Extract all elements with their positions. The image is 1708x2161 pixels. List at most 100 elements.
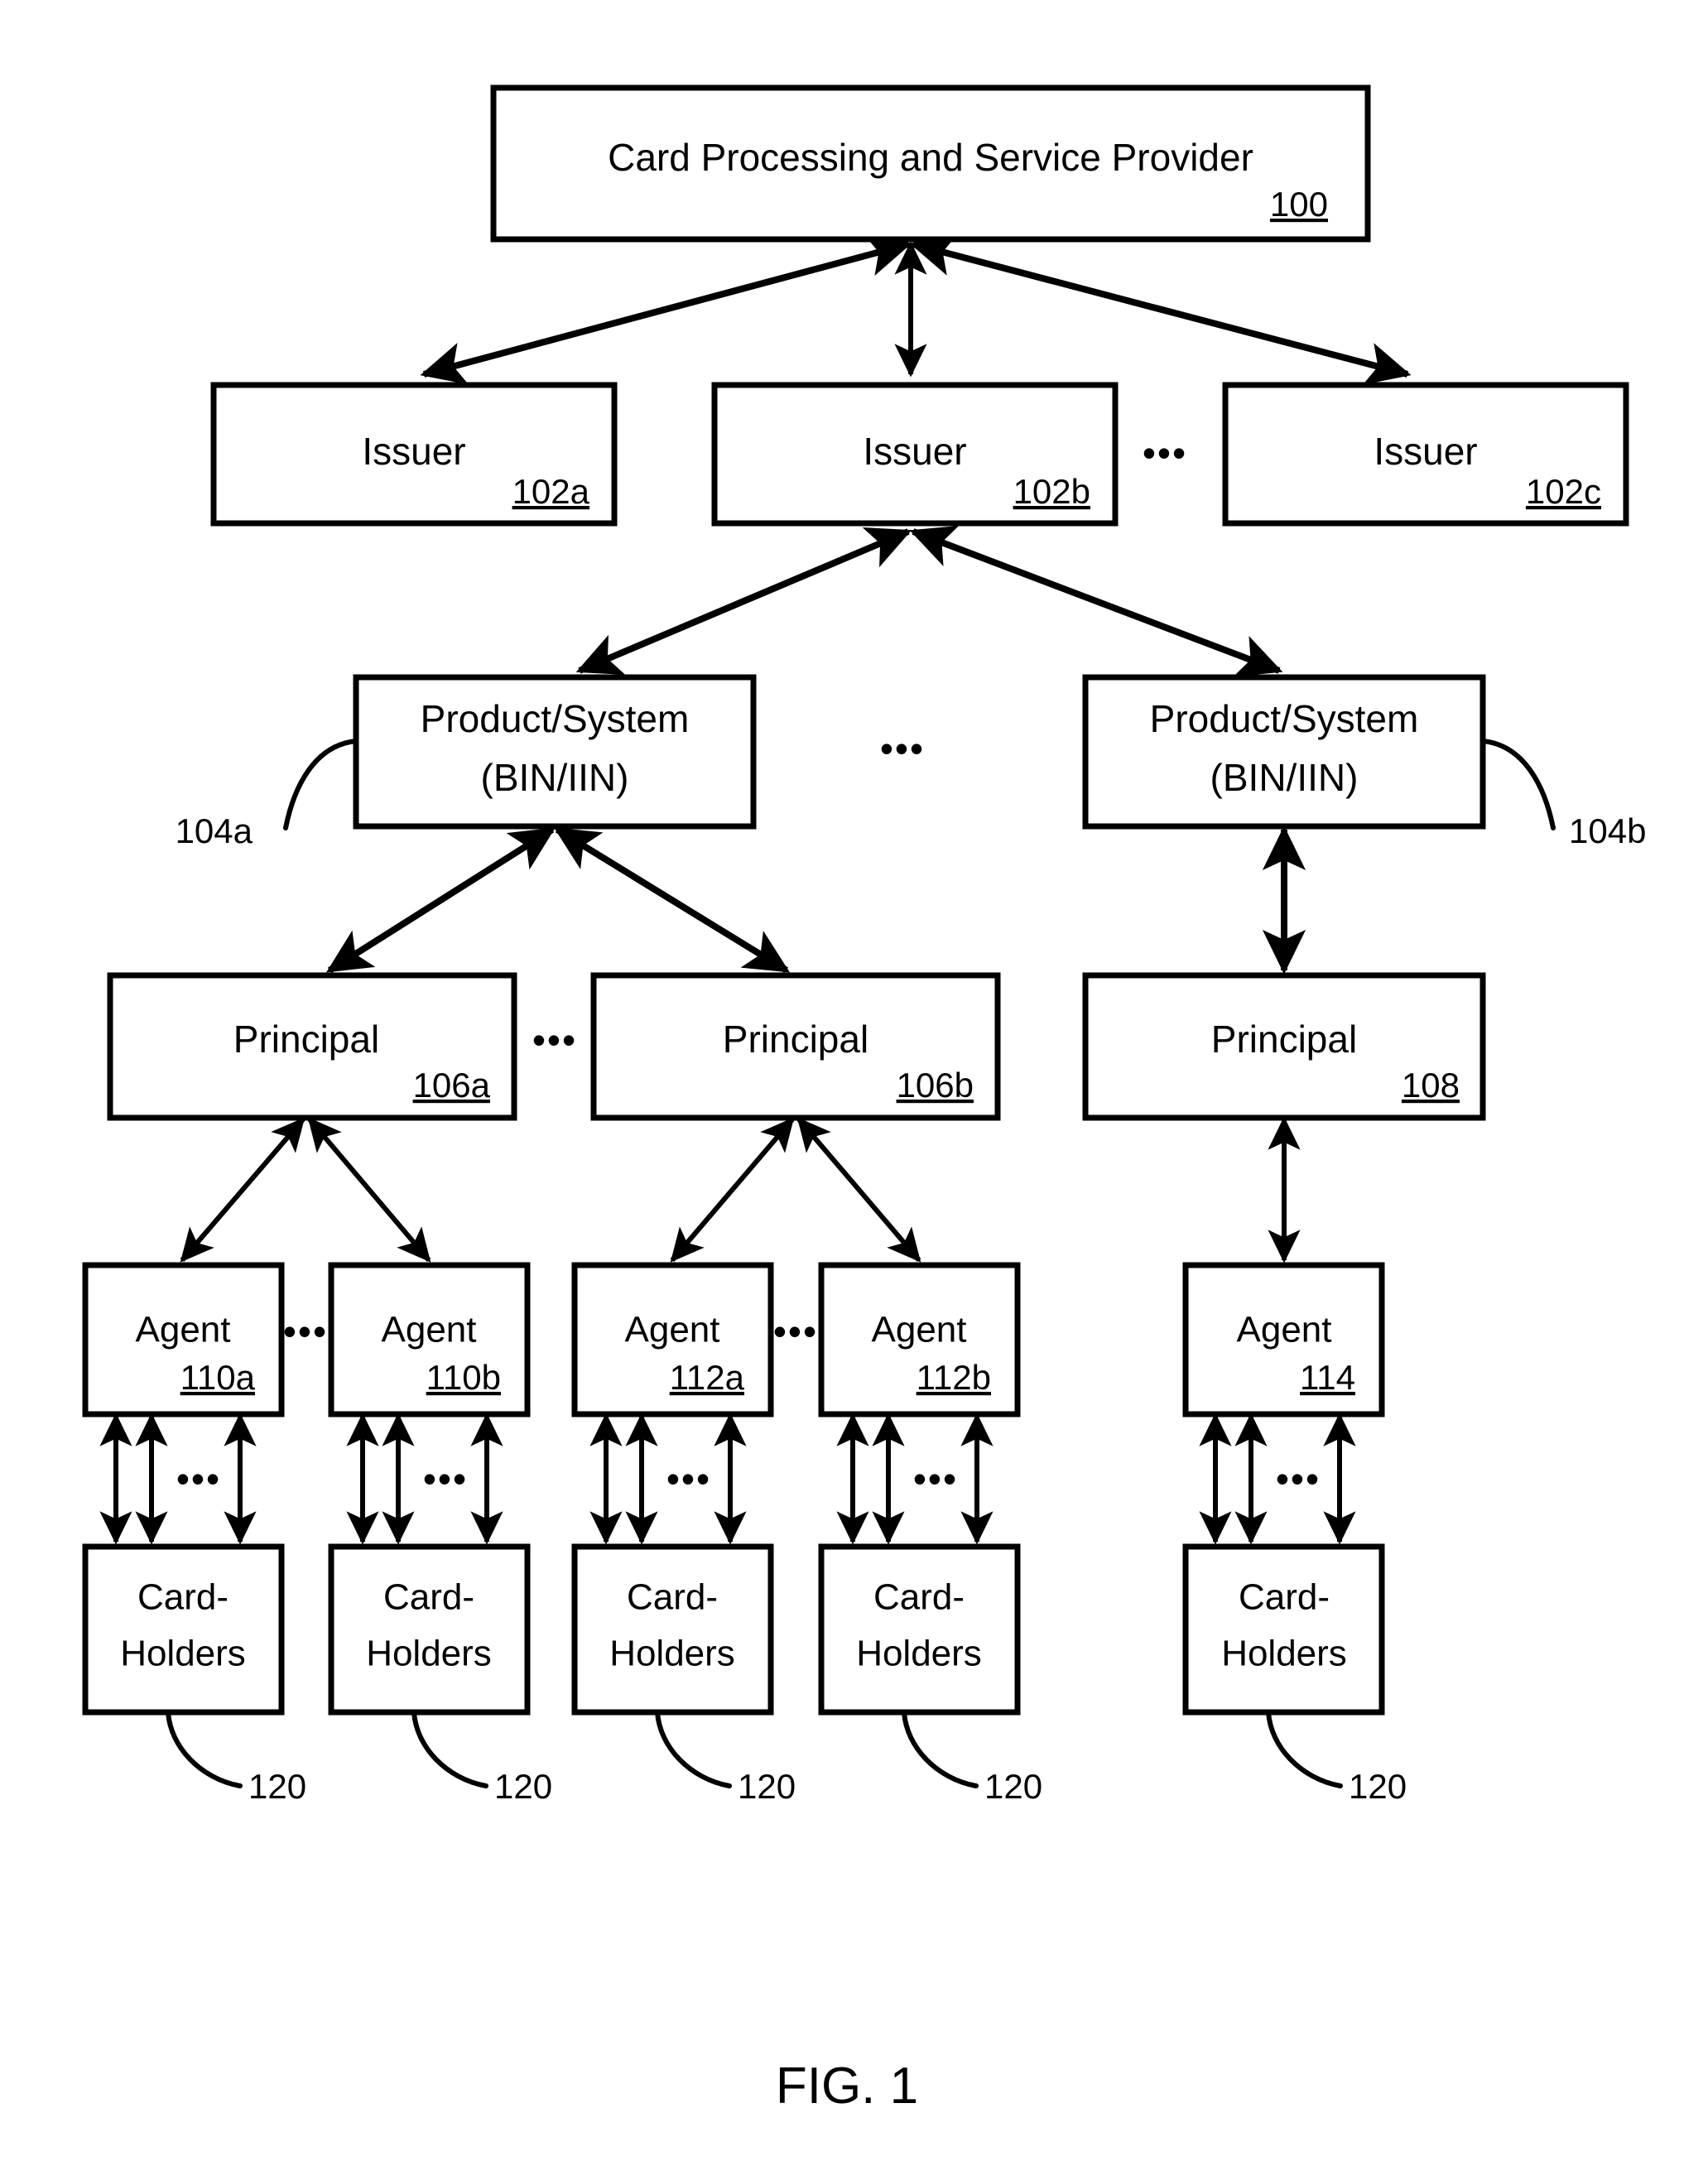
ref-number-100: 100 [1270, 185, 1328, 224]
node-cardholders-3: Card- Holders 120 [571, 1543, 796, 1806]
node-product-system-104a: Product/System (BIN/IIN) 104a [176, 674, 757, 850]
ref-number-106b: 106b [897, 1066, 974, 1105]
node-label-agent: Agent [872, 1310, 967, 1350]
ref-number-104b: 104b [1569, 811, 1646, 850]
ellipsis-agent-row-2: ••• [773, 1310, 818, 1353]
leader-line-120 [166, 1710, 243, 1788]
ellipsis-cardholder-link-5: ••• [1276, 1457, 1321, 1500]
ref-number-104a: 104a [176, 811, 253, 850]
node-label-cardholders-line2: Holders [609, 1634, 735, 1674]
node-label-agent: Agent [1237, 1310, 1332, 1350]
node-label-issuer: Issuer [863, 430, 966, 473]
leader-line-120 [1266, 1710, 1343, 1788]
ellipsis-cardholder-link-2: ••• [423, 1457, 468, 1500]
ref-number-120: 120 [248, 1767, 306, 1806]
ref-number-112a: 112a [670, 1358, 745, 1397]
node-product-system-104b: Product/System (BIN/IIN) 104b [1082, 674, 1646, 850]
node-agent-110a: Agent 110a [82, 1262, 285, 1417]
ref-number-120: 120 [984, 1767, 1042, 1806]
node-agent-110b: Agent 110b [328, 1262, 531, 1417]
ellipsis-cardholder-link-3: ••• [666, 1457, 711, 1500]
node-cardholders-2: Card- Holders 120 [328, 1543, 552, 1806]
node-label-agent: Agent [382, 1310, 477, 1350]
patent-figure-1: Card Processing and Service Provider 100… [0, 0, 1708, 2161]
node-label-cardholders-line1: Card- [627, 1577, 718, 1618]
connector-group-issuer-products [575, 525, 1283, 677]
ellipsis-issuer-row: ••• [1143, 431, 1187, 474]
ref-number-120: 120 [1349, 1767, 1407, 1806]
node-box-outline [82, 1543, 285, 1716]
node-box-outline [571, 1543, 774, 1716]
node-label-cardholders-line1: Card- [383, 1577, 474, 1618]
node-cardholders-4: Card- Holders 120 [818, 1543, 1042, 1806]
node-label-provider: Card Processing and Service Provider [608, 136, 1253, 179]
node-label-product-line1: Product/System [1150, 697, 1419, 740]
leader-line-120 [655, 1710, 732, 1788]
ref-number-110a: 110a [180, 1358, 256, 1397]
connector-principal-106a-agent-110b [307, 1117, 431, 1263]
node-label-cardholders-line2: Holders [120, 1634, 246, 1674]
connector-principal-106b-agent-112a [670, 1117, 795, 1263]
node-issuer-102b: Issuer 102b [711, 382, 1119, 527]
node-agent-112b: Agent 112b [818, 1262, 1021, 1417]
node-issuer-102c: Issuer 102c [1222, 382, 1629, 527]
leader-line-104b [1480, 739, 1556, 830]
node-principal-106b: Principal 106b [590, 972, 1001, 1121]
ellipsis-product-row: ••• [880, 727, 925, 770]
node-label-agent: Agent [625, 1310, 720, 1350]
ref-number-106a: 106a [413, 1066, 491, 1105]
node-cardholders-1: Card- Holders 120 [82, 1543, 306, 1806]
node-label-cardholders-line2: Holders [856, 1634, 982, 1674]
node-label-agent: Agent [136, 1310, 231, 1350]
node-box-outline [818, 1543, 1021, 1716]
ref-number-114: 114 [1300, 1358, 1355, 1397]
ref-number-120: 120 [738, 1767, 796, 1806]
node-label-product-line2: (BIN/IIN) [481, 756, 629, 799]
connector-group-agents-cardholders [99, 1413, 1356, 1545]
node-label-cardholders-line1: Card- [137, 1577, 229, 1618]
node-label-issuer: Issuer [1374, 430, 1477, 473]
ellipsis-principal-row: ••• [532, 1018, 577, 1061]
node-cardholders-5: Card- Holders 120 [1182, 1543, 1407, 1806]
ref-number-120: 120 [494, 1767, 552, 1806]
connector-group-product-a-principals [326, 826, 790, 974]
connector-issuer-product-104b [909, 525, 1283, 677]
node-agent-114: Agent 114 [1182, 1262, 1385, 1417]
connector-group-provider-issuers [420, 233, 1412, 385]
connector-group-principals-agents [180, 1116, 1301, 1263]
node-box-outline [328, 1543, 531, 1716]
node-agent-112a: Agent 112a [571, 1262, 774, 1417]
ref-number-102b: 102b [1013, 472, 1090, 511]
node-principal-106a: Principal 106a [107, 972, 517, 1121]
connector-provider-issuer-102a [420, 233, 912, 385]
ref-number-112b: 112b [917, 1358, 991, 1397]
node-principal-108: Principal 108 [1082, 972, 1486, 1121]
leader-line-120 [411, 1710, 488, 1788]
node-card-processing-provider: Card Processing and Service Provider 100 [490, 84, 1371, 243]
connector-principal-106a-agent-110a [180, 1117, 306, 1263]
node-label-cardholders-line2: Holders [366, 1634, 492, 1674]
ref-number-102a: 102a [512, 472, 590, 511]
figure-caption: FIG. 1 [776, 2058, 918, 2115]
node-label-cardholders-line2: Holders [1221, 1634, 1347, 1674]
connector-issuer-product-104a [575, 527, 912, 675]
ref-number-102c: 102c [1526, 472, 1601, 511]
node-label-principal: Principal [233, 1018, 379, 1061]
ellipsis-cardholder-link-1: ••• [176, 1457, 221, 1500]
ellipsis-cardholder-link-4: ••• [913, 1457, 958, 1500]
diagram-canvas: Card Processing and Service Provider 100… [82, 84, 1646, 2115]
leader-line-120 [902, 1710, 979, 1788]
node-label-principal: Principal [723, 1018, 868, 1061]
connector-product-104a-principal-106b [554, 826, 790, 974]
ref-number-110b: 110b [426, 1358, 501, 1397]
ref-number-108: 108 [1402, 1066, 1460, 1105]
leader-line-104a [283, 739, 358, 830]
node-label-product-line1: Product/System [421, 697, 690, 740]
node-label-cardholders-line1: Card- [1239, 1577, 1330, 1618]
node-box-outline [1182, 1543, 1385, 1716]
node-label-principal: Principal [1211, 1018, 1357, 1061]
connector-principal-106b-agent-112b [796, 1117, 921, 1263]
ellipsis-agent-row-1: ••• [283, 1310, 328, 1353]
node-label-cardholders-line1: Card- [873, 1577, 965, 1618]
node-issuer-102a: Issuer 102a [210, 382, 618, 527]
